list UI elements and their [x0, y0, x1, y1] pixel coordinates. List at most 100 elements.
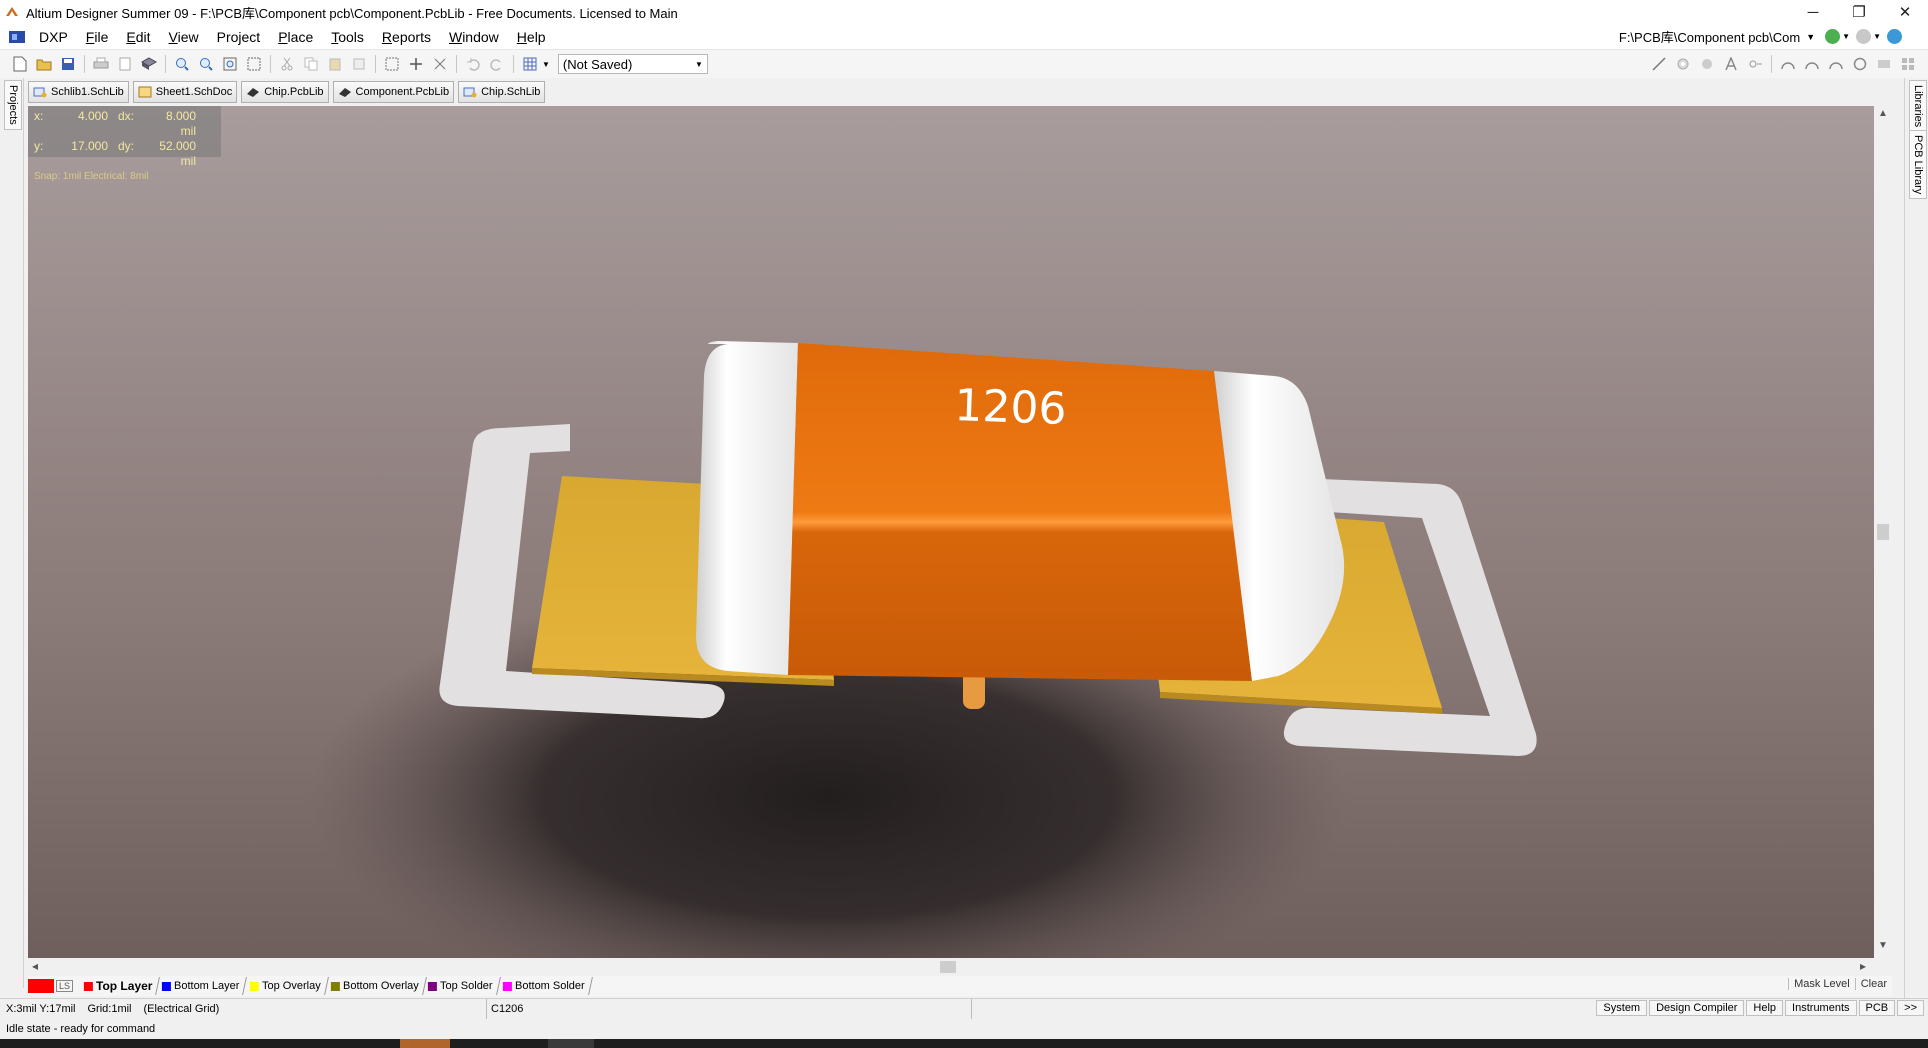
scroll-down-arrow-icon[interactable]: ▼	[1874, 940, 1892, 956]
move-button[interactable]	[406, 54, 426, 74]
open-folder-icon	[36, 59, 52, 71]
scroll-left-arrow-icon[interactable]: ◂	[32, 959, 38, 973]
doc-tab-chip-schlib[interactable]: Chip.SchLib	[458, 81, 546, 103]
doc-tab-schlib1[interactable]: Schlib1.SchLib	[28, 81, 129, 103]
libraries-panel-tab[interactable]: Libraries	[1909, 80, 1927, 133]
pcb-library-panel-tab[interactable]: PCB Library	[1909, 130, 1927, 200]
doc-tab-component-pcblib[interactable]: Component.PcbLib	[332, 81, 455, 103]
horizontal-scroll-thumb[interactable]	[940, 961, 956, 973]
pcb-panel-button[interactable]: PCB	[1858, 1000, 1896, 1016]
place-via-button[interactable]	[1697, 54, 1717, 74]
deselect-button[interactable]	[430, 54, 450, 74]
current-layer-indicator[interactable]: LS	[28, 979, 76, 993]
copy-button[interactable]	[301, 54, 321, 74]
design-compiler-panel-button[interactable]: Design Compiler	[1649, 1000, 1745, 1016]
layer-color-swatch	[330, 981, 340, 991]
array-paste-button[interactable]	[1898, 54, 1918, 74]
3d-view-button[interactable]	[139, 54, 159, 74]
redo-button[interactable]	[487, 54, 507, 74]
menu-place[interactable]: Place	[269, 29, 322, 45]
toolbar-separator	[456, 55, 457, 73]
vertical-scroll-thumb[interactable]	[1877, 524, 1889, 540]
forward-dropdown-icon[interactable]: ▼	[1873, 32, 1881, 41]
window-title: Altium Designer Summer 09 - F:\PCB库\Comp…	[26, 5, 678, 21]
pcb-3d-viewport[interactable]: 1206	[28, 106, 1874, 958]
menu-window[interactable]: Window	[440, 29, 508, 45]
system-panel-button[interactable]: System	[1596, 1000, 1648, 1016]
back-dropdown-icon[interactable]: ▼	[1842, 32, 1850, 41]
mask-level-button[interactable]: Mask Level	[1788, 978, 1855, 990]
layer-color-swatch	[428, 981, 438, 991]
layer-tab-bottom-layer[interactable]: Bottom Layer	[156, 977, 248, 995]
taskbar-app[interactable]	[548, 1039, 594, 1048]
clear-button[interactable]: Clear	[1854, 978, 1892, 990]
scroll-right-arrow-icon[interactable]: ▸	[1860, 959, 1866, 973]
new-file-button[interactable]	[10, 54, 30, 74]
place-fill-button[interactable]	[1874, 54, 1894, 74]
save-button[interactable]	[58, 54, 78, 74]
doc-tab-sheet1[interactable]: Sheet1.SchDoc	[132, 81, 238, 103]
layer-set-button[interactable]: LS	[56, 980, 74, 992]
place-string-button[interactable]	[1721, 54, 1741, 74]
horizontal-scrollbar[interactable]: ◂ ▸	[28, 958, 1874, 976]
arc-edge-button[interactable]	[1802, 54, 1822, 74]
doc-tab-chip-pcblib[interactable]: Chip.PcbLib	[241, 81, 329, 103]
menu-tools[interactable]: Tools	[322, 29, 373, 45]
forward-arrow-icon[interactable]	[1856, 29, 1872, 44]
scroll-up-arrow-icon[interactable]: ▲	[1874, 108, 1892, 124]
menu-view[interactable]: View	[160, 29, 208, 45]
instruments-panel-button[interactable]: Instruments	[1785, 1000, 1857, 1016]
help-panel-button[interactable]: Help	[1746, 1000, 1784, 1016]
zoom-out-button[interactable]	[196, 54, 216, 74]
zoom-out-icon	[200, 58, 213, 71]
cut-button[interactable]	[277, 54, 297, 74]
document-path-field[interactable]: F:\PCB库\Component pcb\Com	[1619, 27, 1800, 46]
minimize-button[interactable]: ─	[1790, 0, 1836, 24]
place-pad-button[interactable]	[1673, 54, 1693, 74]
deselect-icon	[434, 58, 446, 70]
rubber-stamp-button[interactable]	[349, 54, 369, 74]
menu-edit[interactable]: Edit	[117, 29, 159, 45]
menu-file[interactable]: File	[77, 29, 118, 45]
menu-project[interactable]: Project	[208, 29, 270, 45]
layer-tab-top-layer[interactable]: Top Layer	[78, 977, 161, 995]
menu-dxp[interactable]: DXP	[30, 29, 77, 45]
close-button[interactable]: ✕	[1882, 0, 1928, 24]
toolbar-separator	[513, 55, 514, 73]
home-globe-icon[interactable]	[1887, 29, 1902, 44]
path-dropdown-icon[interactable]: ▼	[1806, 32, 1815, 42]
layer-tab-top-solder[interactable]: Top Solder	[422, 977, 501, 995]
zoom-fit-button[interactable]	[220, 54, 240, 74]
full-circle-button[interactable]	[1850, 54, 1870, 74]
grid-button[interactable]	[520, 54, 540, 74]
place-line-button[interactable]	[1649, 54, 1669, 74]
menu-reports[interactable]: Reports	[373, 29, 440, 45]
print-button[interactable]	[91, 54, 111, 74]
projects-panel-tab[interactable]: Projects	[4, 80, 22, 130]
select-area-button[interactable]	[382, 54, 402, 74]
more-panels-button[interactable]: >>	[1897, 1000, 1924, 1016]
arc-any-angle-button[interactable]	[1826, 54, 1846, 74]
vertical-scrollbar[interactable]: ▲ ▼	[1874, 106, 1892, 958]
layer-tab-bottom-solder[interactable]: Bottom Solder	[497, 977, 593, 995]
open-file-button[interactable]	[34, 54, 54, 74]
paste-button[interactable]	[325, 54, 345, 74]
layer-tab-bottom-overlay[interactable]: Bottom Overlay	[324, 977, 427, 995]
zoom-in-button[interactable]	[172, 54, 192, 74]
layer-color-swatch	[162, 981, 172, 991]
variant-select[interactable]: (Not Saved) ▼	[557, 54, 708, 74]
zoom-selected-button[interactable]	[244, 54, 264, 74]
back-arrow-icon[interactable]	[1825, 29, 1841, 44]
layer-tab-label: Top Overlay	[261, 980, 321, 992]
dxp-logo-icon	[9, 30, 25, 43]
taskbar-active-app[interactable]	[400, 1039, 450, 1048]
undo-button[interactable]	[463, 54, 483, 74]
set-origin-button[interactable]	[1745, 54, 1765, 74]
print-preview-button[interactable]	[115, 54, 135, 74]
menu-help[interactable]: Help	[508, 29, 555, 45]
grid-dropdown-icon[interactable]: ▼	[542, 60, 550, 69]
arc-center-button[interactable]	[1778, 54, 1798, 74]
restore-button[interactable]: ❐	[1836, 0, 1882, 24]
layer-tab-top-overlay[interactable]: Top Overlay	[243, 977, 329, 995]
redo-icon	[490, 59, 501, 71]
